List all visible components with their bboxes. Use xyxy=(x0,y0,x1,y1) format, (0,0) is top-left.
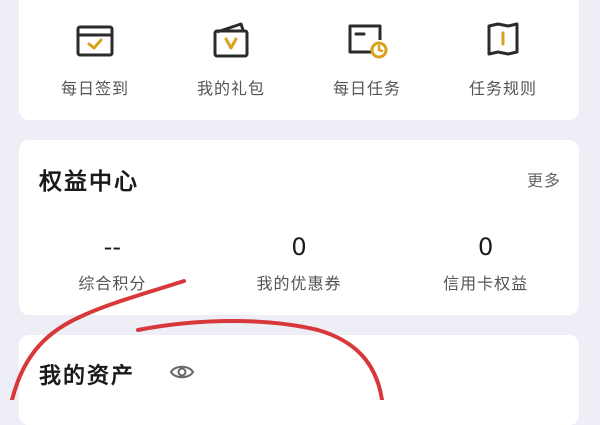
daily-tasks-label: 每日任务 xyxy=(332,79,401,98)
my-gift-pack-button[interactable]: 我的礼包 xyxy=(171,18,291,99)
eye-icon[interactable] xyxy=(169,361,195,383)
my-gift-pack-label: 我的礼包 xyxy=(196,79,265,98)
coupons-label: 我的优惠券 xyxy=(256,274,342,293)
daily-tasks-button[interactable]: 每日任务 xyxy=(307,18,427,99)
points-value: -- xyxy=(103,233,121,261)
benefits-center-card: 权益中心 更多 -- 综合积分 0 我的优惠券 0 信用卡权益 xyxy=(19,140,579,315)
calendar-check-icon xyxy=(73,18,117,62)
daily-checkin-button[interactable]: 每日签到 xyxy=(35,18,155,99)
points-stat[interactable]: -- 综合积分 xyxy=(19,232,206,294)
task-rules-label: 任务规则 xyxy=(468,79,537,98)
my-assets-title: 我的资产 xyxy=(39,364,136,389)
quick-actions-row: 每日签到 我的礼包 每日任务 任务规则 xyxy=(19,18,579,99)
more-link[interactable]: 更多 xyxy=(527,167,561,191)
points-label: 综合积分 xyxy=(78,274,147,293)
task-clock-icon xyxy=(345,18,389,62)
task-rules-button[interactable]: 任务规则 xyxy=(443,18,563,99)
credit-card-benefits-stat[interactable]: 0 信用卡权益 xyxy=(392,232,579,294)
benefits-stats: -- 综合积分 0 我的优惠券 0 信用卡权益 xyxy=(19,232,579,294)
daily-checkin-label: 每日签到 xyxy=(60,79,129,98)
coupons-value: 0 xyxy=(291,233,307,261)
benefits-center-title: 权益中心 xyxy=(39,169,139,195)
quick-actions-card: 每日签到 我的礼包 每日任务 任务规则 xyxy=(19,0,579,120)
credit-card-benefits-value: 0 xyxy=(478,233,494,261)
gift-bag-icon xyxy=(209,18,253,62)
coupons-stat[interactable]: 0 我的优惠券 xyxy=(206,232,393,294)
credit-card-benefits-label: 信用卡权益 xyxy=(443,274,529,293)
my-assets-card: 我的资产 xyxy=(19,335,579,425)
rulebook-icon xyxy=(481,18,525,62)
